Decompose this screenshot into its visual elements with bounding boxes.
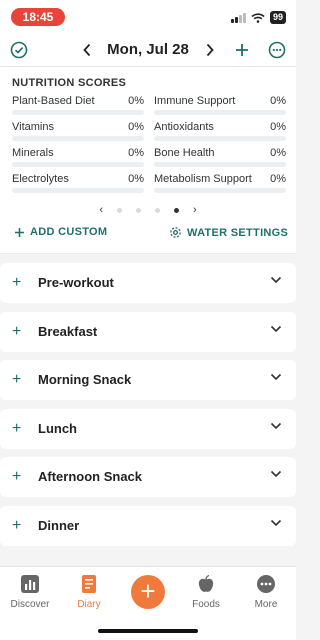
tab-foods[interactable]: Foods [176, 573, 236, 610]
score-bar [154, 136, 286, 141]
score-percent: 0% [270, 147, 286, 159]
tab-more[interactable]: More [236, 573, 296, 610]
add-custom-button[interactable]: ADD CUSTOM [14, 226, 107, 238]
meal-row-afternoon-snack[interactable]: + Afternoon Snack [0, 457, 296, 497]
plus-icon[interactable]: + [12, 421, 21, 437]
signal-icon [230, 12, 246, 23]
home-indicator [98, 629, 198, 633]
score-percent: 0% [128, 121, 144, 133]
score-name: Immune Support [154, 95, 236, 107]
nutrition-scores-panel: NUTRITION SCORES Plant-Based Diet 0% Imm… [0, 66, 296, 222]
meal-label: Breakfast [38, 324, 98, 339]
tab-label: Diary [77, 599, 101, 610]
diary-header: Mon, Jul 28 [0, 34, 296, 66]
add-entry-button[interactable]: + [131, 575, 165, 609]
score-percent: 0% [270, 95, 286, 107]
score-metabolism-support[interactable]: Metabolism Support 0% [154, 173, 286, 195]
chevron-down-icon[interactable] [270, 373, 282, 381]
score-minerals[interactable]: Minerals 0% [12, 147, 144, 169]
score-percent: 0% [270, 173, 286, 185]
pager-dot[interactable] [117, 207, 122, 213]
tab-label: Foods [192, 599, 220, 610]
water-settings-label: WATER SETTINGS [187, 226, 289, 239]
plus-icon[interactable]: + [12, 324, 21, 340]
pager-next-arrow[interactable]: › [193, 204, 197, 216]
score-percent: 0% [270, 121, 286, 133]
score-bar [12, 162, 144, 167]
plus-icon[interactable]: + [12, 275, 21, 291]
bottom-tab-bar: Discover Diary + Foods More [0, 566, 296, 640]
score-electrolytes[interactable]: Electrolytes 0% [12, 173, 144, 195]
plus-icon[interactable] [232, 40, 252, 60]
chevron-down-icon[interactable] [270, 422, 282, 430]
score-bar [154, 110, 286, 115]
pager-dot-active[interactable] [174, 207, 179, 213]
meal-row-dinner[interactable]: + Dinner [0, 506, 296, 546]
plus-icon[interactable]: + [12, 372, 21, 388]
plus-icon [15, 227, 24, 237]
tab-label: More [254, 599, 278, 610]
clock-time: 18:45 [11, 8, 65, 26]
chevron-down-icon[interactable] [270, 276, 282, 284]
score-antioxidants[interactable]: Antioxidants 0% [154, 121, 286, 143]
score-bar [12, 136, 144, 141]
battery-indicator: 99 [269, 11, 286, 24]
plus-icon[interactable]: + [12, 518, 21, 534]
score-name: Vitamins [12, 121, 54, 133]
meal-label: Dinner [38, 518, 80, 533]
tab-discover[interactable]: Discover [0, 573, 60, 610]
plus-icon[interactable]: + [12, 469, 21, 485]
chevron-down-icon[interactable] [270, 519, 282, 527]
score-immune-support[interactable]: Immune Support 0% [154, 95, 286, 117]
chevron-down-icon[interactable] [270, 325, 282, 333]
pager-dot[interactable] [136, 207, 141, 213]
score-name: Antioxidants [154, 121, 214, 133]
scores-pager: ‹ › [0, 203, 296, 217]
score-bar [12, 188, 144, 193]
chevron-down-icon[interactable] [270, 470, 282, 478]
score-bar [154, 188, 286, 193]
status-bar: 18:45 99 [0, 0, 296, 34]
score-percent: 0% [128, 147, 144, 159]
diary-book-icon [78, 573, 100, 595]
score-name: Minerals [12, 147, 54, 159]
more-options-icon[interactable] [267, 40, 287, 60]
meal-row-morning-snack[interactable]: + Morning Snack [0, 360, 296, 400]
score-bar [154, 162, 286, 167]
pager-prev-arrow[interactable]: ‹ [99, 204, 103, 216]
wifi-icon [251, 12, 265, 23]
score-name: Electrolytes [12, 173, 69, 185]
diary-actions: ADD CUSTOM WATER SETTINGS [0, 222, 296, 254]
system-icons: 99 [230, 11, 286, 24]
meal-row-lunch[interactable]: + Lunch [0, 409, 296, 449]
score-name: Metabolism Support [154, 173, 252, 185]
gear-icon [170, 227, 181, 238]
score-percent: 0% [128, 173, 144, 185]
score-name: Bone Health [154, 147, 215, 159]
chevron-right-icon[interactable] [200, 40, 220, 60]
meal-row-breakfast[interactable]: + Breakfast [0, 312, 296, 352]
score-vitamins[interactable]: Vitamins 0% [12, 121, 144, 143]
nutrition-scores-title: NUTRITION SCORES [12, 77, 127, 89]
tab-label: Discover [10, 599, 50, 610]
meal-row-pre-workout[interactable]: + Pre-workout [0, 263, 296, 303]
apple-icon [195, 573, 217, 595]
more-dots-icon [255, 573, 277, 595]
meal-label: Afternoon Snack [38, 469, 143, 484]
score-bone-health[interactable]: Bone Health 0% [154, 147, 286, 169]
bar-chart-icon [19, 573, 41, 595]
add-custom-label: ADD CUSTOM [30, 226, 108, 238]
pager-dot[interactable] [155, 207, 160, 213]
score-name: Plant-Based Diet [12, 95, 95, 107]
meal-label: Pre-workout [38, 275, 114, 290]
tab-diary[interactable]: Diary [59, 573, 119, 610]
score-plant-based-diet[interactable]: Plant-Based Diet 0% [12, 95, 144, 117]
meal-label: Morning Snack [38, 372, 132, 387]
score-percent: 0% [128, 95, 144, 107]
score-bar [12, 110, 144, 115]
meal-label: Lunch [38, 421, 77, 436]
water-settings-button[interactable]: WATER SETTINGS [169, 226, 288, 239]
